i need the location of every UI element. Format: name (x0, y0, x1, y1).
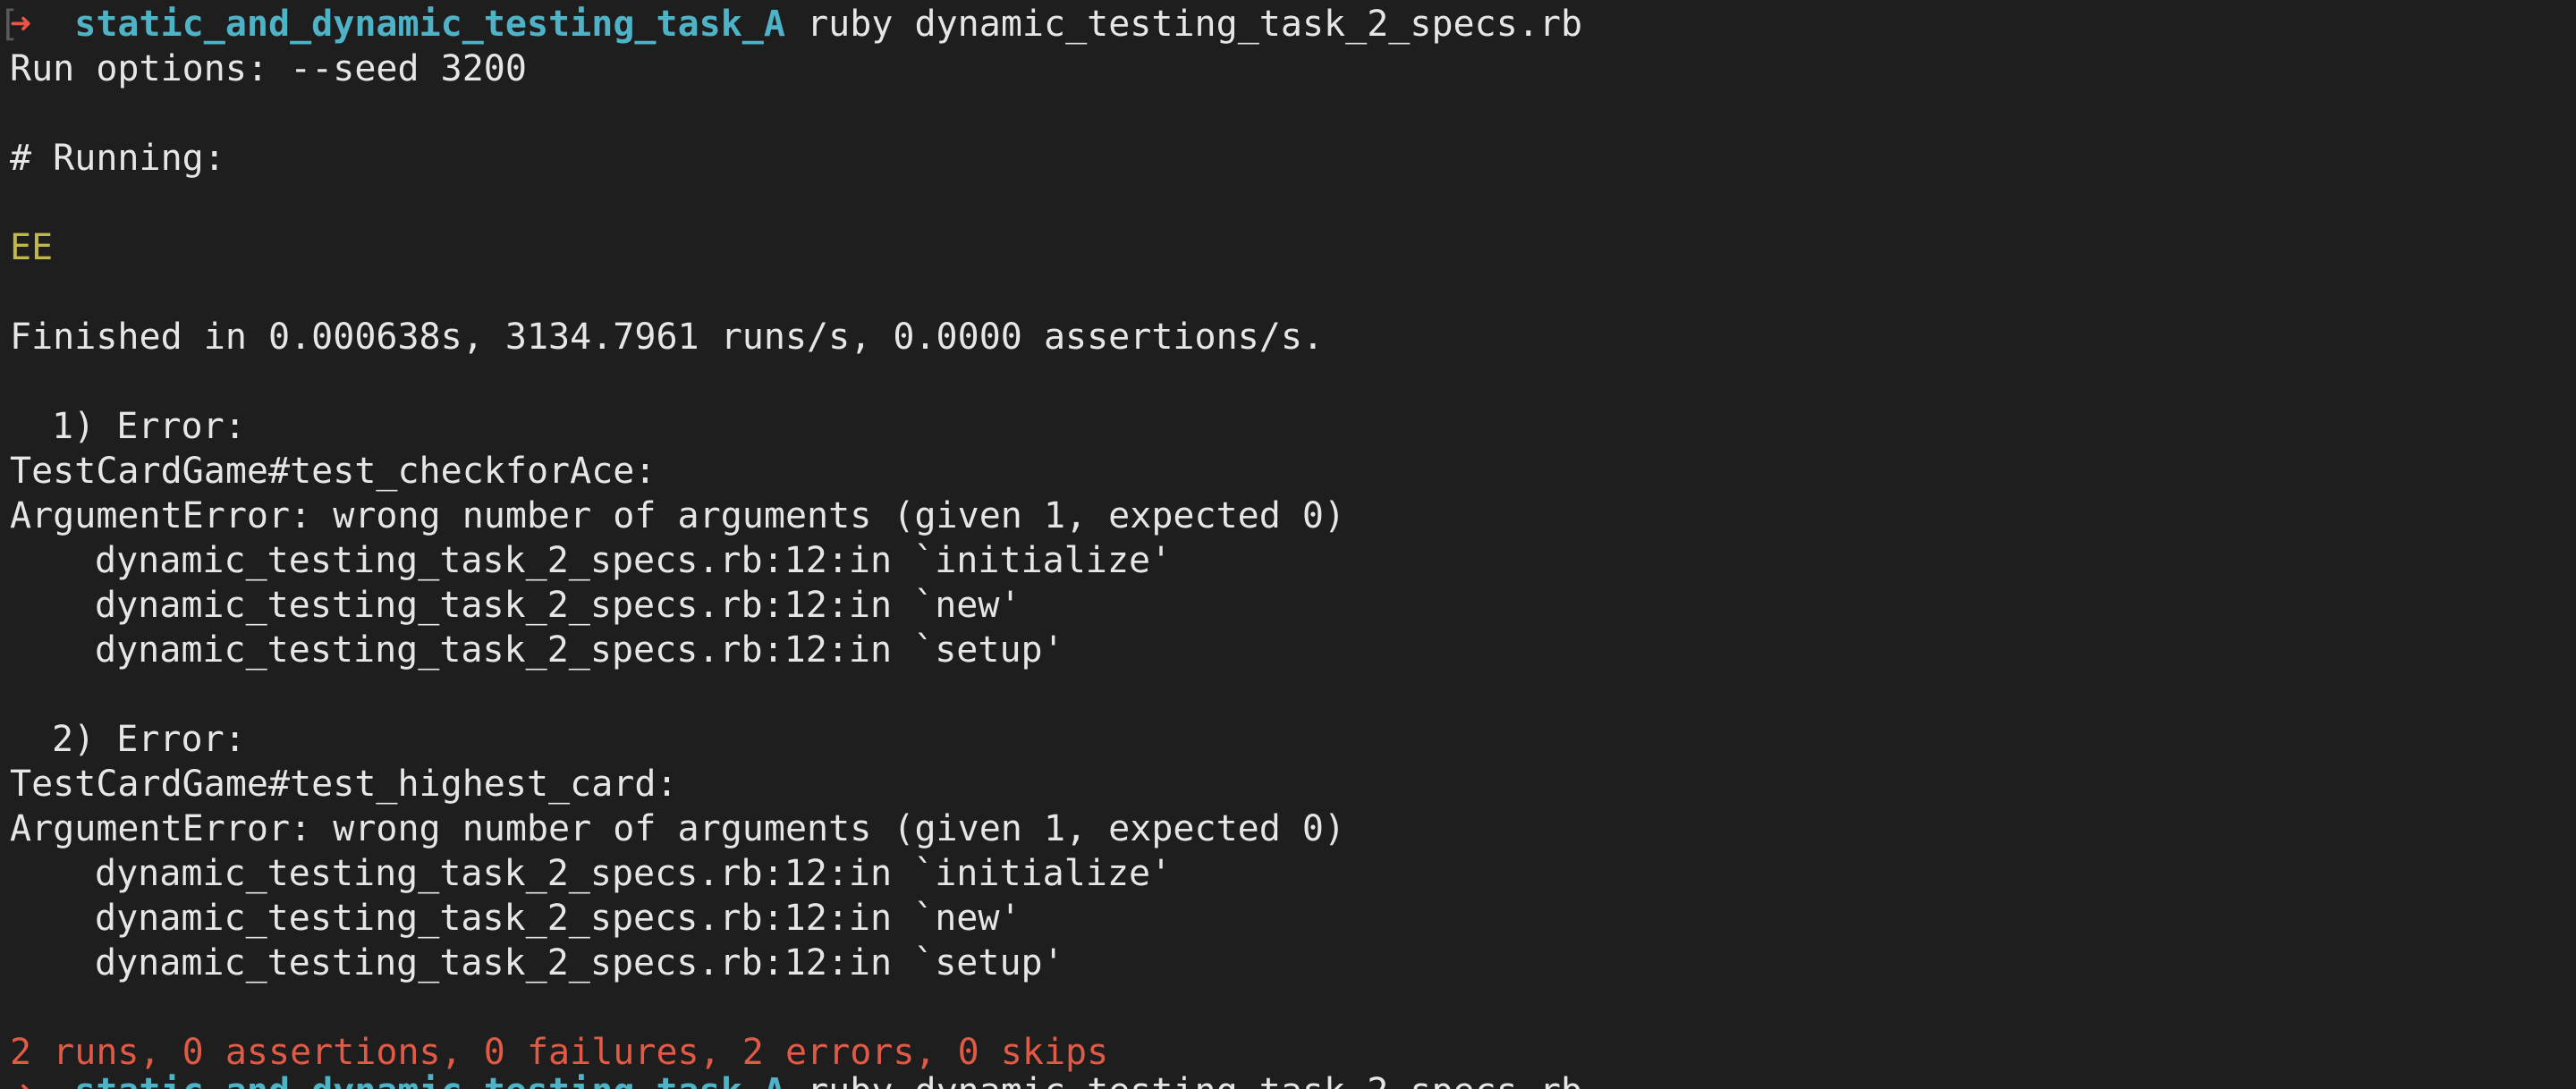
prompt-directory: static_and_dynamic_testing_task_A (74, 4, 785, 45)
backtrace-line: dynamic_testing_task_2_specs.rb:12:in `n… (95, 585, 1021, 626)
error-message: ArgumentError: wrong number of arguments… (10, 808, 1346, 849)
error-test-name: TestCardGame#test_highest_card: (10, 764, 678, 805)
backtrace-line: dynamic_testing_task_2_specs.rb:12:in `i… (95, 540, 1173, 581)
prompt-directory: static_and_dynamic_testing_task_A (74, 1071, 785, 1089)
error-message: ArgumentError: wrong number of arguments… (10, 495, 1346, 536)
backtrace-line: dynamic_testing_task_2_specs.rb:12:in `s… (95, 629, 1064, 671)
next-prompt-line: ➜ static_and_dynamic_testing_task_A ruby… (10, 1069, 1582, 1089)
right-arrow-icon: ➜ (10, 1071, 31, 1089)
backtrace-line: dynamic_testing_task_2_specs.rb:12:in `s… (95, 942, 1064, 983)
scrollback-marker: [ (0, 4, 21, 45)
progress-marks: EE (10, 227, 54, 268)
finished-text: Finished in 0.000638s, 3134.7961 runs/s,… (10, 317, 1325, 358)
backtrace-line: dynamic_testing_task_2_specs.rb:12:in `n… (95, 898, 1021, 939)
backtrace-line: dynamic_testing_task_2_specs.rb:12:in `i… (95, 853, 1173, 894)
test-summary: 2 runs, 0 assertions, 0 failures, 2 erro… (10, 1032, 1109, 1073)
prompt-command: ruby dynamic_testing_task_2_specs.rb (807, 1071, 1582, 1089)
terminal-window[interactable]: [ ➜ static_and_dynamic_testing_task_A ru… (0, 0, 2576, 1089)
right-arrow-icon: ➜ (10, 4, 32, 45)
run-options-text: Run options: --seed 3200 (10, 48, 527, 89)
error-header: 2) Error: (52, 719, 246, 760)
error-header: 1) Error: (52, 406, 246, 447)
prompt-line: ➜ static_and_dynamic_testing_task_A ruby… (10, 2, 1582, 46)
error-test-name: TestCardGame#test_checkforAce: (10, 451, 657, 492)
prompt-command: ruby dynamic_testing_task_2_specs.rb (807, 4, 1583, 45)
running-header: # Running: (10, 138, 225, 179)
